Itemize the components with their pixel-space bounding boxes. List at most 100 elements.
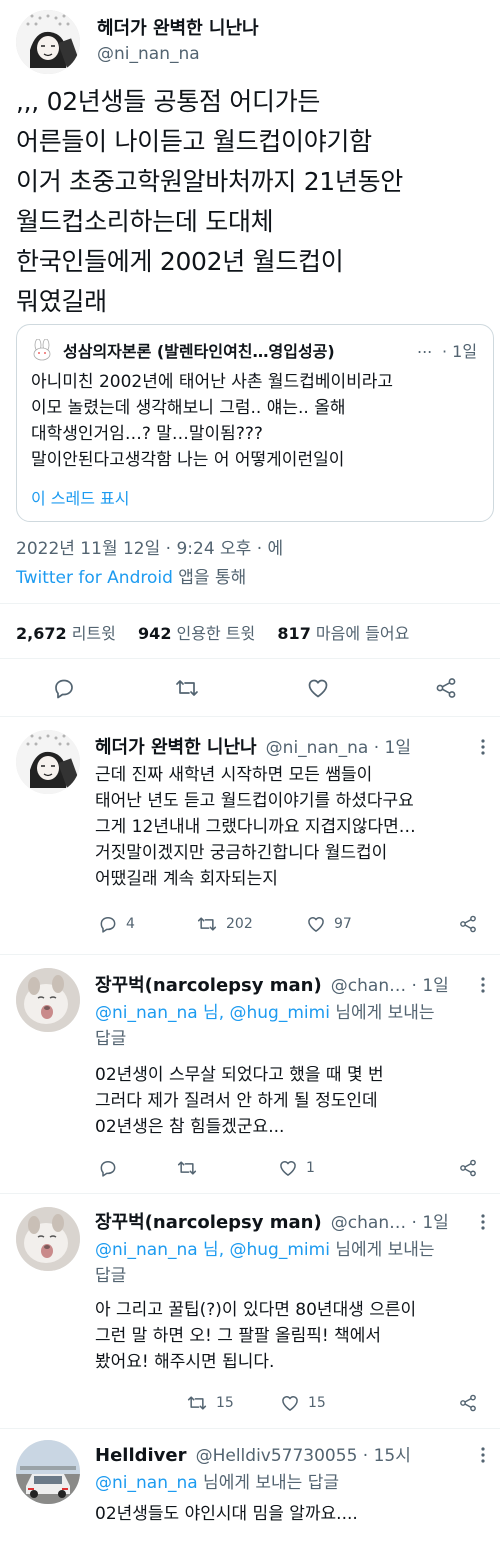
replying-to: @ni_nan_na 님, @hug_mimi 님에게 보내는 답글 bbox=[95, 1237, 435, 1289]
retweet-button[interactable] bbox=[174, 676, 200, 700]
like-icon bbox=[308, 679, 328, 698]
more-icon bbox=[481, 977, 485, 993]
quoted-tweet[interactable]: 성삼의자본론 (발렌타인여친…영입성공) ... · 1일 아니미친 2002년… bbox=[16, 324, 494, 522]
more-button[interactable] bbox=[474, 1213, 492, 1231]
quotes-count: 942 bbox=[138, 624, 172, 643]
like-icon bbox=[308, 917, 324, 932]
avatar[interactable] bbox=[16, 968, 80, 1032]
reply-text: 02년생이 스무살 되었다고 했을 때 몇 번 그러다 제가 질려서 안 하게 … bbox=[95, 1062, 384, 1140]
reply-button[interactable] bbox=[98, 1158, 118, 1178]
tweet-text-line: 어른들이 나이듣고 월드컵이야기함 bbox=[16, 127, 372, 156]
user-handle[interactable]: @chan… · 1일 bbox=[331, 976, 449, 996]
user-handle[interactable]: @ni_nan_na · 1일 bbox=[266, 738, 411, 758]
like-count: 97 bbox=[334, 916, 352, 932]
quotes-label: 인용한 트윗 bbox=[171, 624, 256, 643]
quote-text-line: 아니미친 2002년에 태어난 사촌 월드컵베이비라고 bbox=[31, 372, 394, 392]
replying-to-suffix: 님에게 보내는 bbox=[329, 1240, 435, 1260]
reply-text-line: 그런 말 하면 오! 그 팔팔 올림픽! 책에서 bbox=[95, 1326, 382, 1346]
retweet-icon bbox=[197, 917, 217, 931]
like-button[interactable]: 97 bbox=[306, 914, 352, 934]
likes-label: 마음에 들어요 bbox=[310, 624, 410, 643]
retweet-count: 202 bbox=[226, 916, 253, 932]
reply-header: 장꾸벅(narcolepsy man) @chan… · 1일 bbox=[95, 971, 449, 997]
replying-to-suffix: 답글 bbox=[95, 1029, 127, 1049]
avatar[interactable] bbox=[16, 10, 80, 74]
share-button[interactable] bbox=[458, 914, 478, 934]
share-icon bbox=[460, 1159, 476, 1177]
reply-button[interactable]: 4 bbox=[98, 914, 135, 934]
reply-text: 02년생들도 야인시대 밈을 알까요.... bbox=[95, 1501, 358, 1527]
retweet-button[interactable]: 15 bbox=[186, 1393, 234, 1413]
tweet-client: Twitter for Android 앱을 통해 bbox=[16, 563, 246, 588]
reply-text-line: 그러다 제가 질려서 안 하게 될 정도인데 bbox=[95, 1091, 378, 1111]
quotes-stat[interactable]: 942 인용한 트윗 bbox=[138, 624, 255, 643]
replying-to-handles[interactable]: @ni_nan_na 님, @hug_mimi bbox=[95, 1240, 330, 1260]
user-handle[interactable]: @ni_nan_na bbox=[97, 44, 200, 64]
reply-icon bbox=[100, 917, 116, 933]
tweet-text-line: 월드컵소리하는데 도대체 bbox=[16, 207, 274, 236]
retweets-label: 리트윗 bbox=[66, 624, 116, 643]
share-icon bbox=[460, 915, 476, 933]
like-button[interactable]: 1 bbox=[278, 1158, 315, 1178]
like-button[interactable]: 15 bbox=[280, 1393, 326, 1413]
avatar[interactable] bbox=[16, 1440, 80, 1504]
user-handle[interactable]: @chan… · 1일 bbox=[331, 1213, 449, 1233]
quote-author[interactable]: 성삼의자본론 (발렌타인여친…영입성공) bbox=[63, 338, 335, 362]
like-count: 15 bbox=[308, 1395, 326, 1411]
retweets-count: 2,672 bbox=[16, 624, 67, 643]
quote-text-line: 이모 놀렸는데 생각해보니 그럼.. 얘는.. 올해 bbox=[31, 398, 346, 418]
share-button[interactable] bbox=[434, 676, 458, 700]
reply-icon bbox=[100, 1161, 116, 1177]
retweet-icon bbox=[187, 1396, 207, 1410]
replying-to: @ni_nan_na 님에게 보내는 답글 bbox=[95, 1470, 339, 1496]
display-name[interactable]: 헤더가 완벽한 니난나 bbox=[95, 737, 257, 758]
retweet-button[interactable] bbox=[176, 1158, 198, 1178]
client-link[interactable]: Twitter for Android bbox=[16, 568, 173, 588]
divider bbox=[0, 716, 500, 717]
quote-text: 아니미친 2002년에 태어난 사촌 월드컵베이비라고 이모 놀렸는데 생각해보… bbox=[31, 369, 393, 473]
retweet-icon bbox=[177, 1161, 197, 1175]
retweets-stat[interactable]: 2,672 리트윗 bbox=[16, 624, 116, 643]
quote-time: · 1일 bbox=[442, 342, 478, 361]
like-icon bbox=[282, 1396, 298, 1411]
display-name[interactable]: Helldiver bbox=[95, 1445, 187, 1466]
user-handle[interactable]: @Helldiv57730055 · 15시 bbox=[196, 1446, 411, 1466]
divider bbox=[0, 1193, 500, 1194]
reply-button[interactable] bbox=[52, 676, 76, 700]
replying-to-handles[interactable]: @ni_nan_na 님, @hug_mimi bbox=[95, 1003, 330, 1023]
divider bbox=[0, 658, 500, 659]
share-button[interactable] bbox=[458, 1393, 478, 1413]
reply-text: 아 그리고 꿀팁(?)이 있다면 80년대생 으른이 그런 말 하면 오! 그 … bbox=[95, 1297, 416, 1375]
more-button[interactable] bbox=[474, 976, 492, 994]
replying-to-suffix: 님에게 보내는 bbox=[329, 1003, 435, 1023]
likes-stat[interactable]: 817 마음에 들어요 bbox=[277, 624, 409, 643]
like-button[interactable] bbox=[306, 676, 330, 700]
more-button[interactable] bbox=[474, 1446, 492, 1464]
retweet-button[interactable]: 202 bbox=[196, 914, 253, 934]
avatar[interactable] bbox=[16, 730, 80, 794]
display-name[interactable]: 장꾸벅(narcolepsy man) bbox=[95, 975, 322, 996]
tweet-text: ,,, 02년생들 공통점 어디가든 어른들이 나이듣고 월드컵이야기함 이거 … bbox=[16, 82, 486, 322]
retweet-icon bbox=[176, 680, 198, 696]
reply-text-line: 02년생은 참 힘들겠군요... bbox=[95, 1117, 285, 1137]
more-icon bbox=[481, 1447, 485, 1463]
more-icon bbox=[481, 739, 485, 755]
avatar[interactable] bbox=[16, 1207, 80, 1271]
show-thread-link[interactable]: 이 스레드 표시 bbox=[31, 485, 130, 509]
tweet-text-line: 이거 초중고학원알바처까지 21년동안 bbox=[16, 167, 404, 196]
reply-text-line: 근데 진짜 새학년 시작하면 모든 쌤들이 bbox=[95, 765, 373, 785]
like-icon bbox=[280, 1161, 296, 1176]
replying-to-suffix: 님에게 보내는 답글 bbox=[197, 1473, 339, 1493]
display-name[interactable]: 헤더가 완벽한 니난나 bbox=[97, 14, 259, 40]
like-count: 1 bbox=[306, 1160, 315, 1176]
retweet-count: 15 bbox=[216, 1395, 234, 1411]
replying-to-suffix: 답글 bbox=[95, 1266, 127, 1286]
display-name[interactable]: 장꾸벅(narcolepsy man) bbox=[95, 1212, 322, 1233]
share-button[interactable] bbox=[458, 1158, 478, 1178]
more-button[interactable] bbox=[474, 738, 492, 756]
quote-more: ... bbox=[417, 338, 433, 357]
reply-header: 장꾸벅(narcolepsy man) @chan… · 1일 bbox=[95, 1208, 449, 1234]
tweet-timestamp[interactable]: 2022년 11월 12일 · 9:24 오후 · 에 bbox=[16, 534, 283, 559]
share-icon bbox=[460, 1394, 476, 1412]
replying-to-handles[interactable]: @ni_nan_na bbox=[95, 1473, 198, 1493]
